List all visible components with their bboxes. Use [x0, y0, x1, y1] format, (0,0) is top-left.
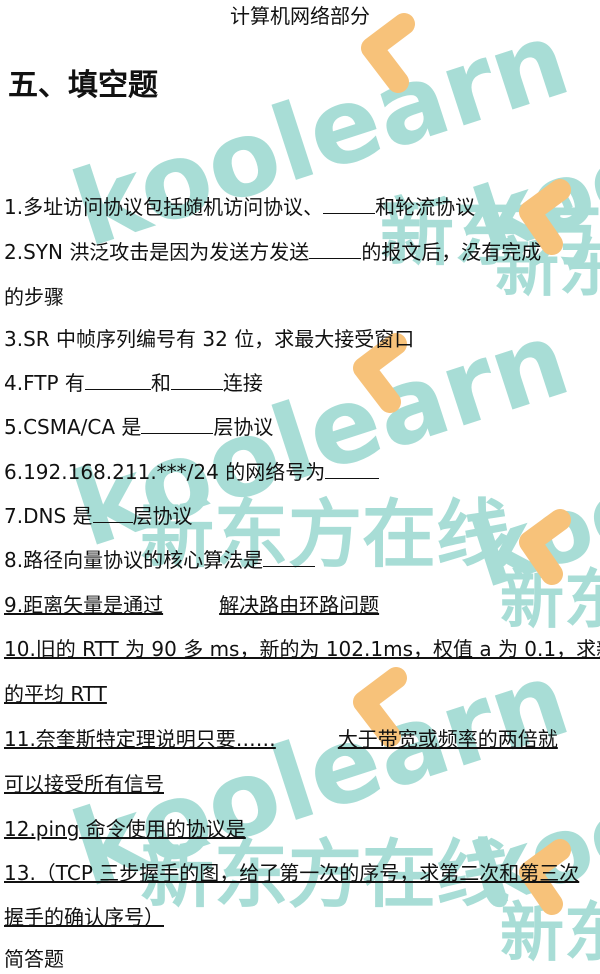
question-10-continued: 的平均 RTT — [4, 682, 107, 706]
question-3: 3.SR 中帧序列编号有 32 位，求最大接受窗口 — [4, 327, 415, 351]
answer-blank — [92, 502, 133, 523]
answer-blank — [325, 458, 380, 479]
question-6: 6.192.168.211.***/24 的网络号为 — [4, 458, 380, 486]
answer-blank — [84, 369, 151, 390]
question-7: 7.DNS 是层协议 — [4, 502, 193, 528]
question-9: 9.距离矢量是通过 解决路由环路问题 — [4, 593, 380, 617]
document-title: 计算机网络部分 — [230, 4, 370, 28]
question-5: 5.CSMA/CA 是层协议 — [4, 413, 274, 439]
answer-blank — [263, 546, 316, 567]
answer-blank — [170, 369, 223, 390]
question-1: 1.多址访问协议包括随机访问协议、 和轮流协议 — [4, 193, 476, 219]
question-2-continued: 的步骤 — [4, 285, 64, 309]
answer-blank — [141, 413, 214, 434]
question-11: 11.奈奎斯特定理说明只要…… 大于带宽或频率的两倍就 — [4, 727, 558, 751]
question-12: 12.ping 命令使用的协议是 — [4, 817, 246, 841]
question-4: 4.FTP 有和连接 — [4, 369, 263, 395]
answer-blank — [323, 193, 376, 214]
question-2: 2.SYN 洪泛攻击是因为发送方发送 的报文后，没有完成 — [4, 238, 542, 264]
document-page: 计算机网络部分 五、填空题 1.多址访问协议包括随机访问协议、 和轮流协议 2.S… — [0, 0, 600, 974]
section-heading: 五、填空题 — [8, 68, 158, 103]
question-13: 13.（TCP 三步握手的图，给了第一次的序号，求第二次和第三次 — [4, 861, 580, 885]
question-13-continued: 握手的确认序号） — [4, 905, 164, 929]
question-8: 8.路径向量协议的核心算法是 — [4, 546, 316, 574]
question-10: 10.旧的 RTT 为 90 多 ms，新的为 102.1ms，权值 a 为 0… — [4, 637, 600, 661]
short-answer-heading: 简答题 — [4, 947, 64, 971]
answer-blank — [309, 238, 362, 259]
question-11-continued: 可以接受所有信号 — [4, 772, 164, 796]
